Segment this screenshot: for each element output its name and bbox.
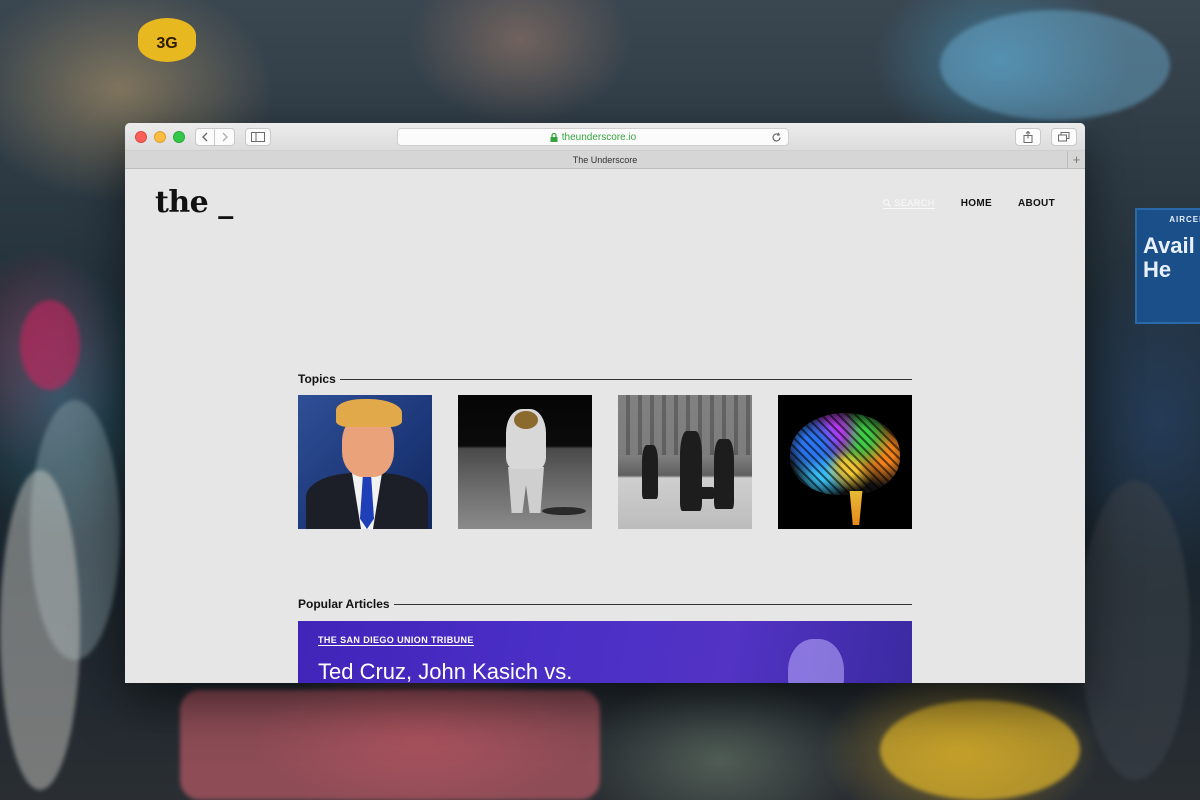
bg-shop-sign: AIRCEL Avail He	[1135, 208, 1200, 324]
topics-title: Topics	[298, 372, 336, 386]
plus-icon: +	[1072, 152, 1081, 167]
popular-articles-heading: Popular Articles	[298, 597, 912, 611]
astronaut-shadow	[542, 507, 586, 515]
site-logo[interactable]: the _	[155, 185, 233, 220]
search-icon	[883, 199, 892, 207]
topic-card-politics[interactable]	[298, 395, 432, 529]
astronaut-visor	[514, 411, 538, 429]
traveler-figure	[680, 431, 702, 511]
divider	[339, 378, 912, 380]
topic-card-history[interactable]	[618, 395, 752, 529]
back-button[interactable]	[195, 127, 215, 146]
toolbar-right	[1015, 128, 1077, 146]
popular-articles-title: Popular Articles	[298, 597, 390, 611]
topics-grid	[298, 395, 912, 529]
bg-3g-badge: 3G	[138, 18, 196, 62]
chevron-right-icon	[222, 132, 228, 141]
share-icon	[1023, 131, 1033, 143]
nav-about[interactable]: ABOUT	[1018, 198, 1055, 209]
bg-figure	[0, 470, 80, 790]
tabs-icon	[1058, 132, 1070, 142]
bg-figure	[880, 700, 1080, 800]
maximize-window-button[interactable]	[173, 130, 185, 143]
browser-window: theunderscore.io The Underscore + the _ …	[125, 123, 1085, 683]
site-nav: SEARCH HOME ABOUT	[883, 198, 1055, 209]
close-window-button[interactable]	[135, 130, 147, 143]
forward-button[interactable]	[215, 127, 235, 146]
divider	[393, 603, 912, 605]
tab-active[interactable]: The Underscore	[573, 155, 638, 165]
minimize-window-button[interactable]	[154, 130, 166, 143]
astronaut-legs	[508, 467, 544, 513]
portrait-hair	[336, 399, 402, 427]
article-photo	[788, 639, 844, 683]
suitcase	[694, 487, 714, 499]
browser-toolbar: theunderscore.io	[125, 123, 1085, 151]
bg-figure	[1080, 480, 1190, 780]
article-source[interactable]: THE SAN DIEGO UNION TRIBUNE	[318, 635, 474, 646]
sidebar-icon	[251, 131, 265, 142]
lock-icon	[550, 132, 558, 142]
tab-bar: The Underscore +	[125, 151, 1085, 169]
brain-stem	[849, 491, 863, 525]
bg-awning	[940, 10, 1170, 120]
nav-home[interactable]: HOME	[961, 198, 992, 209]
search-link[interactable]: SEARCH	[883, 198, 935, 209]
bg-sign-text: Avail He	[1143, 233, 1195, 282]
share-button[interactable]	[1015, 128, 1041, 146]
traveler-figure	[714, 439, 734, 509]
topics-heading: Topics	[298, 372, 912, 386]
new-tab-button[interactable]: +	[1067, 151, 1085, 168]
address-bar[interactable]: theunderscore.io	[397, 128, 789, 146]
chevron-left-icon	[202, 132, 208, 141]
circuit-brain-image	[790, 413, 900, 495]
webpage: the _ SEARCH HOME ABOUT Topics Popular A…	[125, 169, 1085, 683]
bg-sign-brand: AIRCEL	[1169, 215, 1200, 224]
window-controls	[135, 130, 185, 143]
topic-card-space[interactable]	[458, 395, 592, 529]
reload-icon[interactable]	[771, 132, 782, 143]
search-label: SEARCH	[894, 198, 935, 208]
history-nav	[195, 127, 235, 146]
topic-card-technology[interactable]	[778, 395, 912, 529]
bg-rickshaw	[180, 690, 600, 800]
article-card[interactable]: THE SAN DIEGO UNION TRIBUNE Ted Cruz, Jo…	[298, 621, 912, 683]
sidebar-toggle-button[interactable]	[245, 127, 271, 146]
traveler-figure	[642, 445, 658, 499]
tabs-overview-button[interactable]	[1051, 128, 1077, 146]
bg-figure	[20, 300, 80, 390]
article-headline[interactable]: Ted Cruz, John Kasich vs.	[318, 659, 572, 683]
url-text: theunderscore.io	[561, 131, 637, 143]
